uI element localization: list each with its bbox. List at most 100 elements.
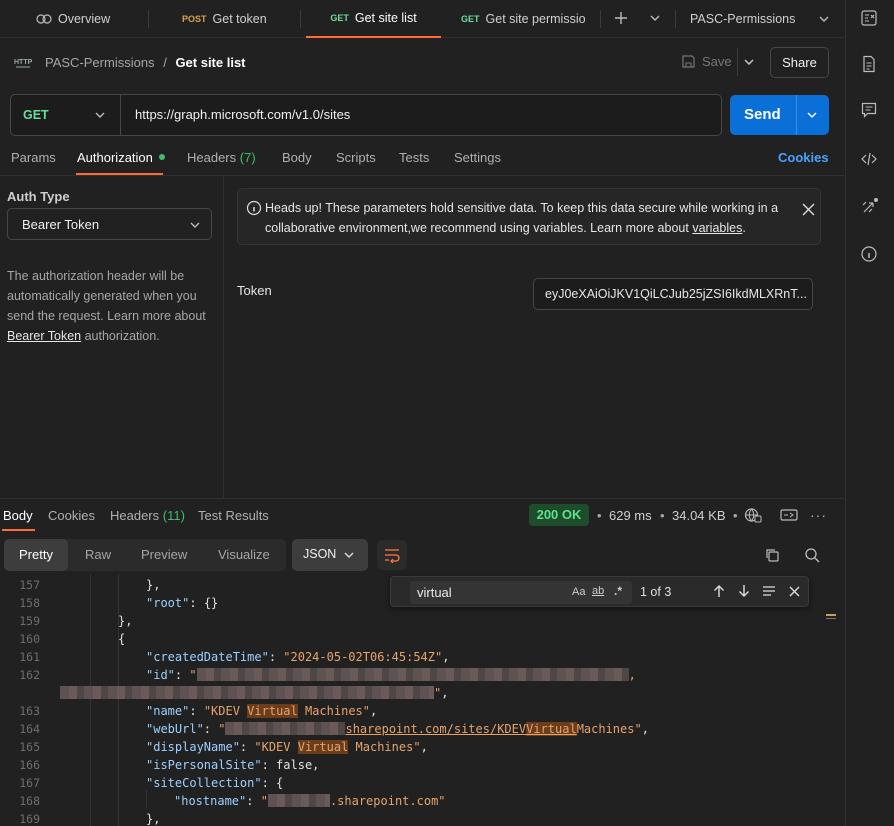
environment-quicklook-icon[interactable] (860, 9, 880, 29)
documentation-icon[interactable] (860, 55, 880, 75)
url-input[interactable]: https://graph.microsoft.com/v1.0/sites (135, 107, 350, 122)
json-value: Machines" (297, 704, 370, 718)
copy-icon[interactable] (764, 547, 780, 563)
tab-get-site-list[interactable]: GET Get site list (306, 0, 441, 38)
code-text: }, (146, 812, 161, 826)
response-size[interactable]: 34.04 KB (672, 508, 726, 523)
tab-authorization[interactable]: Authorization (77, 150, 165, 165)
new-tab-plus-icon[interactable] (614, 11, 628, 25)
next-match-arrow-down-icon[interactable] (738, 584, 750, 598)
method-select[interactable]: GET (11, 95, 121, 135)
format-select[interactable]: JSON (292, 539, 368, 571)
environment-name: PASC-Permissions (690, 12, 796, 26)
right-sidebar (845, 0, 894, 826)
save-response-icon[interactable] (780, 507, 798, 523)
response-time[interactable]: 629 ms (609, 508, 652, 523)
json-key: "createdDateTime" (146, 650, 269, 664)
json-value: {} (203, 596, 219, 610)
response-tab-cookies[interactable]: Cookies (48, 508, 95, 523)
comments-icon[interactable] (860, 101, 880, 121)
breadcrumb-collection[interactable]: PASC-Permissions (45, 55, 155, 70)
environment-selector[interactable]: PASC-Permissions (690, 0, 840, 38)
page-title: Get site list (175, 55, 246, 70)
tab-body[interactable]: Body (282, 150, 312, 165)
preview-button[interactable]: Preview (141, 547, 187, 562)
match-whole-word-toggle[interactable]: ab (592, 585, 604, 597)
wrap-lines-button[interactable] (377, 540, 407, 570)
active-dot (158, 154, 165, 160)
pretty-button[interactable]: Pretty (4, 539, 68, 571)
tab-tests[interactable]: Tests (399, 150, 429, 165)
method-chevron-down-icon (94, 110, 106, 120)
find-input[interactable]: virtual Aa ab .* (410, 581, 632, 604)
bearer-token-link[interactable]: Bearer Token (7, 329, 81, 343)
response-tab-headers[interactable]: Headers (11) (110, 508, 185, 523)
tabs-chevron-down-icon[interactable] (649, 13, 661, 23)
close-find-icon[interactable] (789, 586, 800, 597)
code-snippet-icon[interactable] (860, 150, 880, 170)
tab-overview[interactable]: Overview (36, 0, 146, 38)
find-widget: virtual Aa ab .* 1 of 3 (390, 576, 809, 607)
code-line: { (118, 632, 125, 646)
json-key: "name" (146, 704, 190, 718)
status-text: 200 OK (536, 507, 582, 522)
method-value: GET (23, 108, 49, 122)
close-icon[interactable] (802, 203, 815, 216)
cookies-link[interactable]: Cookies (778, 150, 829, 165)
info-icon[interactable] (860, 245, 880, 265)
json-value: "KDEV (254, 740, 298, 754)
tab-get-site-permissions[interactable]: GET Get site permissions (461, 0, 585, 38)
tab-label: Authorization (77, 150, 153, 165)
search-icon[interactable] (804, 547, 820, 563)
line-number: 162 (19, 668, 40, 682)
code-line: }, (146, 578, 160, 592)
find-in-selection-icon[interactable] (762, 585, 776, 597)
redacted-value (267, 794, 330, 807)
status-badge[interactable]: 200 OK (529, 504, 589, 526)
tab-get-token[interactable]: POST Get token (182, 0, 292, 38)
send-divider (796, 95, 797, 135)
match-case-toggle[interactable]: Aa (572, 586, 585, 598)
auth-type-chevron-down-icon (189, 220, 201, 230)
indent-guide (90, 574, 91, 826)
tab-headers[interactable]: Headers (7) (187, 150, 256, 165)
more-options-icon[interactable]: ··· (810, 507, 827, 523)
line-number: 169 (19, 812, 40, 826)
save-button[interactable]: Save (681, 54, 732, 69)
format-chevron-down-icon (343, 550, 355, 560)
variables-link[interactable]: variables (692, 221, 742, 235)
overview-icon (36, 13, 52, 25)
auth-description-text: authorization. (81, 329, 160, 343)
redacted-value (60, 686, 434, 699)
pane-divider[interactable] (0, 498, 845, 499)
json-value: "KDEV (203, 704, 248, 718)
info-circle-icon (246, 200, 262, 216)
tab-params[interactable]: Params (11, 150, 56, 165)
previous-match-arrow-up-icon[interactable] (713, 584, 725, 598)
send-button[interactable]: Send (730, 95, 829, 135)
save-chevron-down-icon[interactable] (743, 57, 755, 67)
format-value: JSON (303, 547, 337, 561)
line-number: 168 (19, 794, 40, 808)
tab-scripts[interactable]: Scripts (336, 150, 376, 165)
auth-type-select[interactable]: Bearer Token (7, 208, 212, 240)
response-tab-test-results[interactable]: Test Results (198, 508, 269, 523)
send-chevron-down-icon[interactable] (806, 110, 818, 120)
share-button[interactable]: Share (770, 47, 829, 78)
tab-settings[interactable]: Settings (454, 150, 501, 165)
response-tab-body[interactable]: Body (3, 508, 33, 523)
json-value: .sharepoint.com" (329, 794, 446, 808)
visualize-button[interactable]: Visualize (218, 547, 270, 562)
indent-guide (118, 574, 119, 826)
related-collections-icon[interactable] (860, 196, 880, 216)
save-icon (681, 54, 696, 69)
request-tab-bar: Overview POST Get token GET Get site lis… (0, 0, 845, 38)
token-input[interactable]: eyJ0eXAiOiJKV1QiLCJub25jZSI6IkdMLXRnT... (533, 278, 813, 310)
method-badge: POST (182, 14, 207, 24)
raw-button[interactable]: Raw (85, 547, 111, 562)
separator-dot: • (733, 508, 738, 523)
use-regex-toggle[interactable]: .* (614, 584, 622, 598)
response-body-editor[interactable]: 157 158 159 160 161 162 163 164 165 166 … (0, 574, 845, 826)
breadcrumb: PASC-Permissions / Get site list (45, 55, 246, 70)
network-globe-icon[interactable] (744, 507, 762, 523)
